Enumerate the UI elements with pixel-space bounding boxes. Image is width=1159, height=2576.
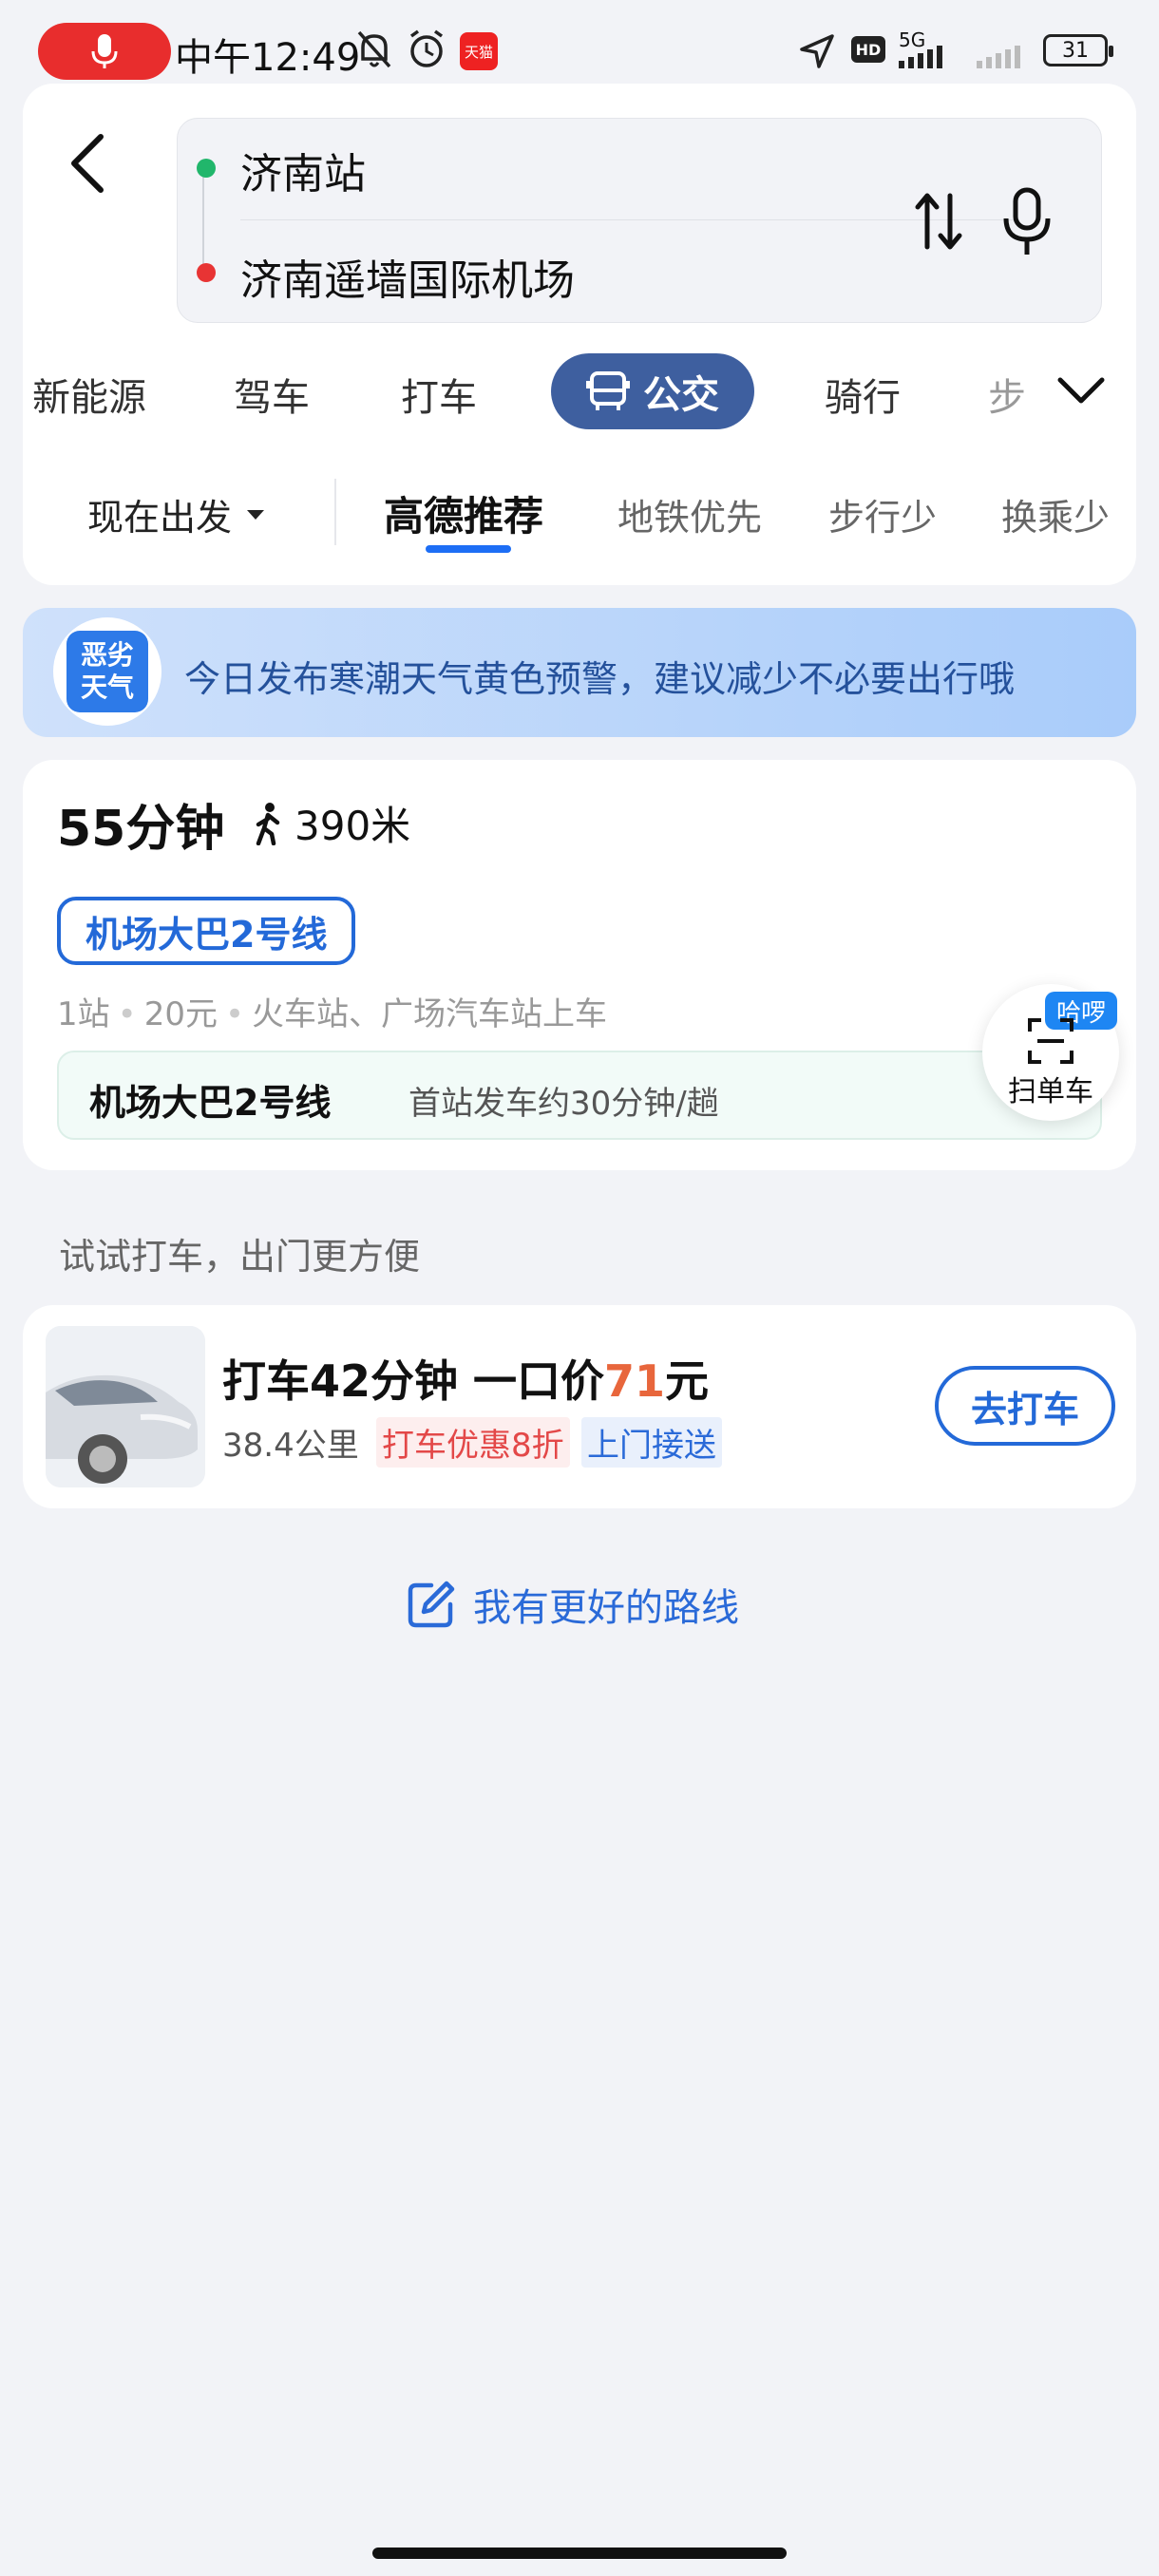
back-arrow-icon[interactable] [59,125,116,201]
signal-icon [899,46,942,68]
depart-time-label: 现在出发 [87,497,233,539]
taxi-title-suffix: 元 [665,1355,710,1407]
depart-time-selector[interactable]: 现在出发 [87,488,266,540]
caret-down-icon [247,509,265,520]
taxi-distance: 38.4公里 [222,1427,359,1465]
vertical-divider [334,479,336,545]
weather-badge: 恶劣 天气 [53,617,162,726]
walking-person-icon [256,802,280,845]
tab-bus[interactable]: 公交 [551,353,754,429]
travel-mode-tabs: 新能源 驾车 打车 公交 骑行 步 [0,348,1159,433]
tmall-icon: 天猫 [460,32,498,70]
chevron-down-icon[interactable] [1054,369,1108,410]
car-illustration [46,1326,205,1487]
scan-bike-label: 扫单车 [1008,1075,1093,1108]
home-indicator[interactable] [372,2548,787,2559]
weather-badge-line1: 恶劣 [80,639,134,671]
status-bar: 中午12:49 天猫 HD 5G 31 [0,0,1159,95]
taxi-price: 71 [604,1355,666,1407]
better-route-label: 我有更好的路线 [473,1586,739,1630]
taxi-title: 打车42分钟 一口价71元 [222,1347,709,1410]
route-duration: 55分钟 [57,801,225,858]
active-tab-underline [426,545,511,553]
boarding-info: 火车站、广场汽车站上车 [252,995,608,1033]
tab-drive[interactable]: 驾车 [234,367,310,422]
tab-taxi[interactable]: 打车 [401,367,477,422]
status-time: 中午12:49 [175,36,361,80]
destination-dot [197,263,216,282]
fare: 20元 [143,995,218,1033]
swap-icon[interactable] [912,188,965,255]
weather-warning-text: 今日发布寒潮天气黄色预警，建议减少不必要出行哦 [184,658,1016,700]
better-route-link[interactable]: 我有更好的路线 [407,1577,739,1632]
frequency-text: 首站发车约30分钟/趟 [408,1085,719,1123]
alarm-icon [409,29,444,67]
taxi-suggestion-card[interactable]: 打车42分钟 一口价71元 38.4公里 打车优惠8折 上门接送 去打车 [23,1305,1136,1508]
hd-badge: HD [851,36,885,63]
tab-new-energy[interactable]: 新能源 [32,367,146,422]
weather-warning-banner[interactable]: 恶劣 天气 今日发布寒潮天气黄色预警，建议减少不必要出行哦 [23,608,1136,737]
tab-walk[interactable]: 步 [988,367,1026,422]
scan-icon [1028,1018,1074,1064]
weather-badge-line2: 天气 [80,672,134,703]
tab-subway-first[interactable]: 地铁优先 [618,488,762,540]
tab-bus-label: 公交 [643,373,719,417]
origin-dot [197,159,216,178]
frequency-info-box: 机场大巴2号线 首站发车约30分钟/趟 [57,1051,1102,1140]
stop-count: 1站 [57,995,110,1033]
taxi-pickup-tag: 上门接送 [581,1417,722,1468]
walk-distance-value: 390米 [294,803,411,849]
bus-line-tag[interactable]: 机场大巴2号线 [57,897,356,965]
microphone-icon [91,34,118,68]
scan-bike-button[interactable]: 哈啰 扫单车 [982,984,1119,1121]
tab-recommended[interactable]: 高德推荐 [384,484,543,542]
edit-icon [408,1581,455,1628]
plan-preference-tabs: 现在出发 高德推荐 地铁优先 步行少 换乘少 [0,475,1159,560]
origin-field[interactable]: 济南站 [240,140,366,200]
car-image [46,1326,205,1487]
taxi-section-title: 试试打车，出门更方便 [59,1236,421,1278]
route-meta: 1站 • 20元 • 火车站、广场汽车站上车 [57,995,608,1033]
taxi-title-prefix: 打车42分钟 一口价 [222,1355,605,1407]
route-divider [240,219,1019,220]
battery-indicator: 31 [1043,34,1113,66]
signal-weak-icon [977,46,1020,68]
route-result-card[interactable]: 55分钟 390米 机场大巴2号线 1站 • 20元 • 火车站、广场汽车站上车 机场大… [23,760,1136,1170]
recording-indicator[interactable] [38,23,171,80]
bus-icon [586,371,630,410]
bell-off-icon [357,30,391,68]
tab-less-walking[interactable]: 步行少 [828,488,937,540]
frequency-line-name: 机场大巴2号线 [89,1082,332,1124]
voice-input-icon[interactable] [999,186,1054,258]
taxi-discount-tag: 打车优惠8折 [376,1417,570,1468]
route-connector [202,170,204,271]
destination-field[interactable]: 济南遥墙国际机场 [240,246,575,307]
tab-cycle[interactable]: 骑行 [825,367,901,422]
weather-badge-icon: 恶劣 天气 [66,631,148,712]
go-taxi-button[interactable]: 去打车 [935,1366,1115,1446]
walk-distance: 390米 [251,794,410,852]
location-arrow-icon [800,34,834,68]
tab-fewer-transfers[interactable]: 换乘少 [1001,488,1110,540]
